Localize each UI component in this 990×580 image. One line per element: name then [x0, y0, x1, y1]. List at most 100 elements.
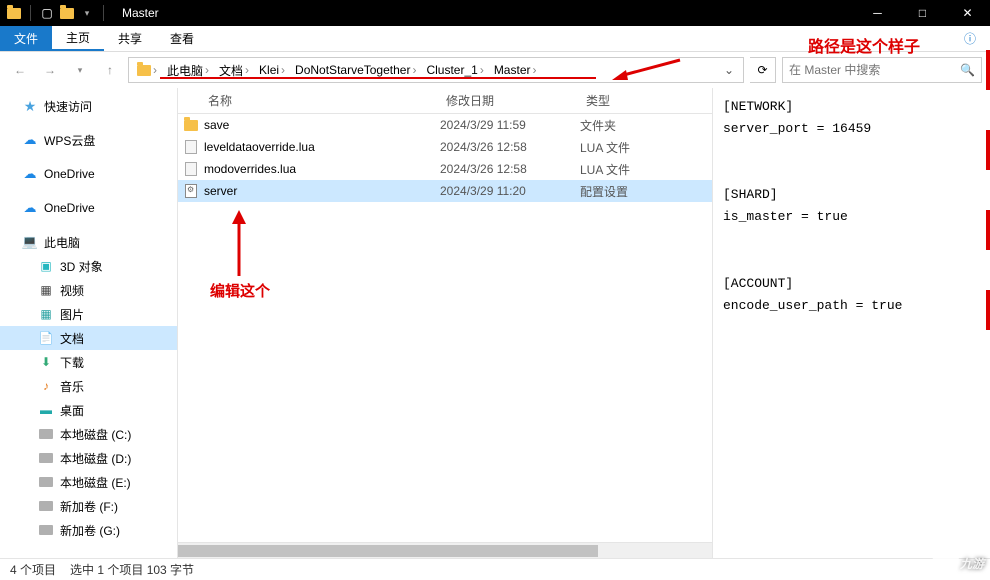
sidebar-drive-g[interactable]: 新加卷 (G:): [0, 518, 177, 542]
title-bar: ▢ ▾ Master ─ □ ✕: [0, 0, 990, 26]
sidebar-drive-e[interactable]: 本地磁盘 (E:): [0, 470, 177, 494]
watermark: 九游: [932, 550, 984, 576]
file-row[interactable]: save 2024/3/29 11:59 文件夹: [178, 114, 712, 136]
cloud-icon: ☁: [22, 132, 38, 148]
sidebar-quick-access[interactable]: ★快速访问: [0, 94, 177, 118]
crumb-documents[interactable]: 文档: [219, 62, 243, 79]
nav-back-button[interactable]: ←: [8, 58, 32, 82]
sidebar-3d-objects[interactable]: ▣3D 对象: [0, 254, 177, 278]
desktop-icon: ▬: [38, 402, 54, 418]
file-type: LUA 文件: [580, 139, 700, 156]
logo-icon: [930, 550, 961, 576]
file-date: 2024/3/26 12:58: [440, 140, 580, 154]
sidebar-drive-f[interactable]: 新加卷 (F:): [0, 494, 177, 518]
cube-icon: ▣: [38, 258, 54, 274]
file-name: leveldataoverride.lua: [204, 140, 440, 154]
crumb-klei[interactable]: Klei: [259, 63, 279, 77]
crumb-dnst[interactable]: DoNotStarveTogether: [295, 63, 410, 77]
ini-file-icon: [178, 184, 204, 198]
drive-icon: [38, 474, 54, 490]
status-item-count: 4 个项目: [10, 561, 56, 578]
tab-share[interactable]: 共享: [104, 26, 156, 51]
sidebar-onedrive[interactable]: ☁OneDrive: [0, 196, 177, 220]
search-icon[interactable]: 🔍: [960, 63, 975, 77]
cloud-icon: ☁: [22, 200, 38, 216]
nav-up-button[interactable]: ↑: [98, 58, 122, 82]
music-icon: ♪: [38, 378, 54, 394]
drive-icon: [38, 522, 54, 538]
nav-forward-button[interactable]: →: [38, 58, 62, 82]
qat-properties-icon[interactable]: ▢: [39, 5, 55, 21]
crumb-thispc[interactable]: 此电脑: [167, 62, 203, 79]
tab-view[interactable]: 查看: [156, 26, 208, 51]
annotation-underline: [160, 77, 596, 79]
minimize-button[interactable]: ─: [855, 0, 900, 26]
file-row[interactable]: server 2024/3/29 11:20 配置设置: [178, 180, 712, 202]
folder-icon: [6, 5, 22, 21]
maximize-button[interactable]: □: [900, 0, 945, 26]
file-row[interactable]: leveldataoverride.lua 2024/3/26 12:58 LU…: [178, 136, 712, 158]
file-row[interactable]: modoverrides.lua 2024/3/26 12:58 LUA 文件: [178, 158, 712, 180]
pc-icon: 💻: [22, 234, 38, 250]
folder-icon: [59, 5, 75, 21]
column-type[interactable]: 类型: [580, 88, 700, 113]
lua-file-icon: [178, 140, 204, 154]
navigation-pane[interactable]: ★快速访问 ☁WPS云盘 ☁OneDrive ☁OneDrive 💻此电脑 ▣3…: [0, 88, 178, 558]
window-title: Master: [122, 6, 159, 20]
annotation-edit-label: 编辑这个: [210, 280, 270, 301]
tab-home[interactable]: 主页: [52, 26, 104, 51]
file-name: modoverrides.lua: [204, 162, 440, 176]
sidebar-documents[interactable]: 📄文档: [0, 326, 177, 350]
status-selection: 选中 1 个项目 103 字节: [70, 561, 194, 578]
sidebar-thispc[interactable]: 💻此电脑: [0, 230, 177, 254]
sidebar-drive-c[interactable]: 本地磁盘 (C:): [0, 422, 177, 446]
file-list-pane: 名称 修改日期 类型 save 2024/3/29 11:59 文件夹 leve…: [178, 88, 712, 558]
drive-icon: [38, 450, 54, 466]
annotation-arrow-icon: [229, 210, 249, 278]
sidebar-desktop[interactable]: ▬桌面: [0, 398, 177, 422]
drive-icon: [38, 426, 54, 442]
file-date: 2024/3/29 11:20: [440, 184, 580, 198]
sidebar-onedrive[interactable]: ☁OneDrive: [0, 162, 177, 186]
file-type: 配置设置: [580, 183, 700, 200]
file-date: 2024/3/26 12:58: [440, 162, 580, 176]
annotation-side-marks: [986, 50, 990, 540]
column-name[interactable]: 名称: [178, 88, 440, 113]
file-date: 2024/3/29 11:59: [440, 118, 580, 132]
horizontal-scrollbar[interactable]: [178, 542, 712, 558]
breadcrumb-root-icon[interactable]: ›: [133, 63, 163, 77]
sidebar-pictures[interactable]: ▦图片: [0, 302, 177, 326]
annotation-path-label: 路径是这个样子: [808, 33, 920, 57]
file-name: save: [204, 118, 440, 132]
sidebar-downloads[interactable]: ⬇下载: [0, 350, 177, 374]
crumb-cluster[interactable]: Cluster_1: [426, 63, 477, 77]
breadcrumb-dropdown-icon[interactable]: ⌄: [719, 63, 739, 77]
sidebar-music[interactable]: ♪音乐: [0, 374, 177, 398]
search-box[interactable]: 🔍: [782, 57, 982, 83]
ribbon-help-icon[interactable]: ⓘ: [950, 26, 990, 51]
search-input[interactable]: [789, 63, 960, 77]
video-icon: ▦: [38, 282, 54, 298]
folder-icon: [178, 120, 204, 131]
refresh-button[interactable]: ⟳: [750, 57, 776, 83]
annotation-arrow-icon: [612, 58, 682, 84]
column-date[interactable]: 修改日期: [440, 88, 580, 113]
sidebar-wps[interactable]: ☁WPS云盘: [0, 128, 177, 152]
column-headers[interactable]: 名称 修改日期 类型: [178, 88, 712, 114]
file-list[interactable]: save 2024/3/29 11:59 文件夹 leveldataoverri…: [178, 114, 712, 542]
drive-icon: [38, 498, 54, 514]
file-name: server: [204, 184, 440, 198]
address-bar: ← → ▾ ↑ › 此电脑› 文档› Klei› DoNotStarveToge…: [0, 52, 990, 88]
picture-icon: ▦: [38, 306, 54, 322]
tab-file[interactable]: 文件: [0, 26, 52, 51]
close-button[interactable]: ✕: [945, 0, 990, 26]
star-icon: ★: [22, 98, 38, 114]
nav-recent-dropdown[interactable]: ▾: [68, 58, 92, 82]
qat-dropdown-icon[interactable]: ▾: [79, 5, 95, 21]
lua-file-icon: [178, 162, 204, 176]
sidebar-videos[interactable]: ▦视频: [0, 278, 177, 302]
crumb-master[interactable]: Master: [494, 63, 531, 77]
sidebar-drive-d[interactable]: 本地磁盘 (D:): [0, 446, 177, 470]
preview-pane: [NETWORK] server_port = 16459 [SHARD] is…: [712, 88, 990, 558]
file-type: 文件夹: [580, 117, 700, 134]
